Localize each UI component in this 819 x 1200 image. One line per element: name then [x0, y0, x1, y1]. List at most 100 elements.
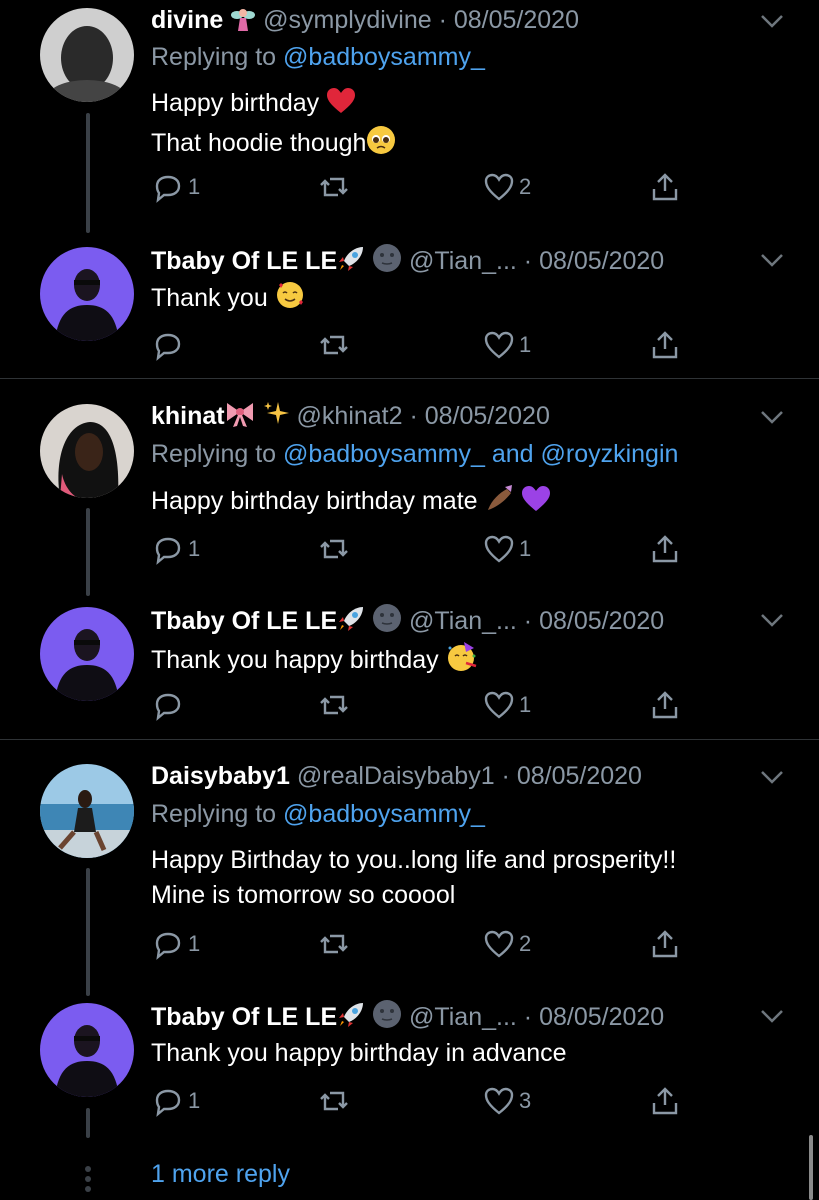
tweet-text: Happy birthday birthday mate — [151, 483, 551, 523]
handle-and-date[interactable]: @Tian_... · 08/05/2020 — [409, 607, 664, 635]
replying-to: Replying to @badboysammy_ — [151, 800, 485, 828]
retweet-button[interactable] — [318, 1084, 350, 1118]
new-moon-face-emoji-icon — [372, 603, 402, 640]
display-name[interactable]: Daisybaby1 — [151, 762, 290, 790]
thread-line — [86, 113, 90, 233]
avatar[interactable] — [40, 764, 134, 858]
like-count: 1 — [519, 692, 532, 717]
chevron-down-icon[interactable] — [760, 1009, 784, 1023]
divider — [0, 739, 819, 740]
reply-icon — [155, 175, 181, 203]
avatar[interactable] — [40, 404, 134, 498]
display-name[interactable]: khinat — [151, 402, 225, 430]
reply-icon — [155, 537, 181, 565]
reply-button[interactable]: 1 — [152, 927, 200, 961]
thread-line — [86, 868, 90, 996]
share-icon — [652, 691, 678, 719]
reply-count: 1 — [188, 931, 201, 956]
retweet-icon — [320, 695, 348, 715]
retweet-icon — [320, 1091, 348, 1111]
like-count: 2 — [519, 174, 532, 199]
new-moon-face-emoji-icon — [372, 243, 402, 280]
handle-and-date[interactable]: @khinat2 · 08/05/2020 — [297, 402, 550, 430]
replying-to-link[interactable]: @badboysammy_ and @royzkingin — [283, 440, 678, 468]
tweet-header: Tbaby Of LE LE @Tian_... · 08/05/2020 — [151, 603, 664, 640]
share-button[interactable] — [649, 688, 681, 722]
handle-and-date[interactable]: @Tian_... · 08/05/2020 — [409, 1003, 664, 1031]
ribbon-emoji-icon — [225, 400, 255, 435]
chevron-down-icon[interactable] — [760, 253, 784, 267]
thread-line — [86, 1108, 90, 1138]
sparkles-emoji-icon — [262, 400, 290, 435]
nail-polish-emoji-icon — [485, 483, 515, 523]
share-button[interactable] — [649, 927, 681, 961]
avatar[interactable] — [40, 8, 134, 102]
display-name[interactable]: Tbaby Of LE LE — [151, 607, 337, 635]
heart-icon — [484, 331, 514, 359]
tweet-text: Thank you — [151, 280, 305, 320]
chevron-down-icon[interactable] — [760, 410, 784, 424]
purple-heart-emoji-icon — [521, 485, 551, 523]
tweet-text: Happy birthday That hoodie though — [151, 86, 396, 165]
replying-to-link[interactable]: @badboysammy_ — [283, 800, 485, 828]
like-button[interactable]: 1 — [483, 688, 531, 722]
like-count: 1 — [519, 536, 532, 561]
share-icon — [652, 1087, 678, 1115]
chevron-down-icon[interactable] — [760, 14, 784, 28]
reply-button[interactable]: 1 — [152, 1084, 200, 1118]
retweet-button[interactable] — [318, 328, 350, 362]
reply-button[interactable]: 1 — [152, 532, 200, 566]
like-button[interactable]: 1 — [483, 532, 531, 566]
reply-count: 1 — [188, 1088, 201, 1113]
handle-and-date[interactable]: @symplydivine · 08/05/2020 — [263, 6, 579, 34]
display-name[interactable]: Tbaby Of LE LE — [151, 247, 337, 275]
reply-icon — [155, 1089, 181, 1117]
retweet-button[interactable] — [318, 532, 350, 566]
replying-to-link[interactable]: @badboysammy_ — [283, 43, 485, 71]
retweet-button[interactable] — [318, 688, 350, 722]
handle-and-date[interactable]: @Tian_... · 08/05/2020 — [409, 247, 664, 275]
thread-continuation-dots-icon — [84, 1162, 92, 1196]
like-button[interactable]: 3 — [483, 1084, 531, 1118]
share-button[interactable] — [649, 1084, 681, 1118]
share-button[interactable] — [649, 170, 681, 204]
tweet-header: divine @symplydivine · 08/05/2020 — [151, 5, 579, 39]
avatar[interactable] — [40, 607, 134, 701]
avatar[interactable] — [40, 247, 134, 341]
tweet-text: Happy Birthday to you..long life and pro… — [151, 846, 677, 909]
chevron-down-icon[interactable] — [760, 613, 784, 627]
reply-button[interactable]: 1 — [152, 170, 200, 204]
handle-and-date[interactable]: @realDaisybaby1 · 08/05/2020 — [297, 762, 642, 790]
thread-line — [86, 508, 90, 596]
share-button[interactable] — [649, 532, 681, 566]
heart-icon — [484, 930, 514, 958]
tweet-header: Tbaby Of LE LE @Tian_... · 08/05/2020 — [151, 243, 664, 280]
red-heart-emoji-icon — [326, 87, 356, 125]
new-moon-face-emoji-icon — [372, 999, 402, 1036]
like-count: 1 — [519, 332, 532, 357]
share-icon — [652, 331, 678, 359]
heart-icon — [484, 535, 514, 563]
retweet-button[interactable] — [318, 170, 350, 204]
heart-icon — [484, 173, 514, 201]
pleading-face-emoji-icon — [366, 125, 396, 165]
like-button[interactable]: 1 — [483, 328, 531, 362]
reply-button[interactable] — [152, 328, 188, 362]
like-button[interactable]: 2 — [483, 927, 531, 961]
reply-icon — [155, 932, 181, 960]
retweet-button[interactable] — [318, 927, 350, 961]
reply-icon — [155, 693, 181, 721]
avatar[interactable] — [40, 1003, 134, 1097]
share-button[interactable] — [649, 328, 681, 362]
display-name[interactable]: Tbaby Of LE LE — [151, 1003, 337, 1031]
more-replies-link[interactable]: 1 more reply — [151, 1160, 290, 1189]
retweet-icon — [320, 539, 348, 559]
like-button[interactable]: 2 — [483, 170, 531, 204]
retweet-icon — [320, 335, 348, 355]
chevron-down-icon[interactable] — [760, 770, 784, 784]
display-name[interactable]: divine — [151, 6, 223, 34]
reply-button[interactable] — [152, 688, 188, 722]
rocket-emoji-icon — [337, 605, 365, 640]
scrollbar[interactable] — [809, 1135, 813, 1200]
rocket-emoji-icon — [337, 1001, 365, 1036]
